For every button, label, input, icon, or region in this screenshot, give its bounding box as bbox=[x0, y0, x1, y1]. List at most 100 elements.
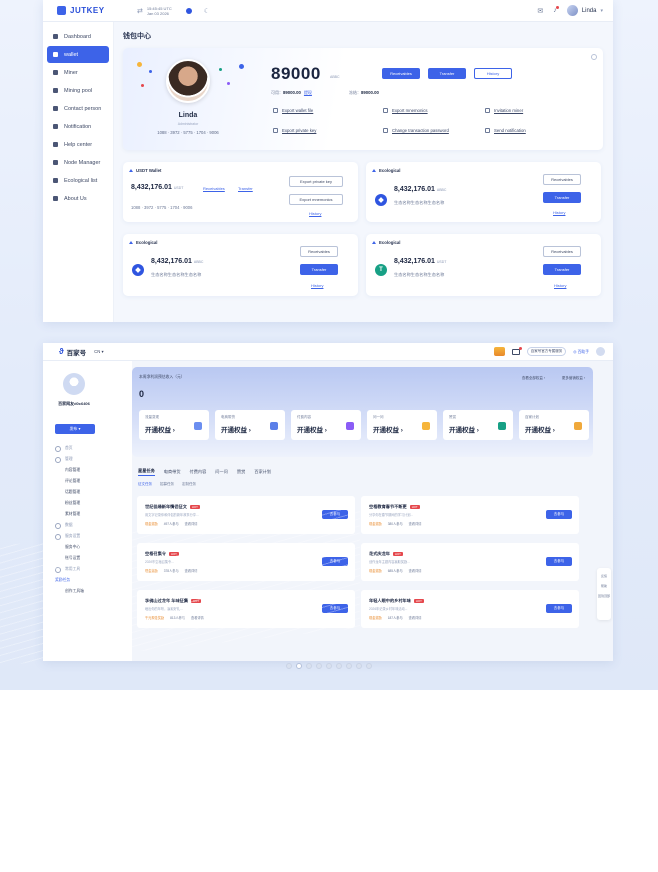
all-benefits-link[interactable]: 查看全部权益 › bbox=[522, 376, 545, 381]
sidebar-item-ecological-list[interactable]: Ecological list bbox=[47, 172, 109, 189]
sidebar-item[interactable]: 常用工具 bbox=[43, 564, 132, 575]
dark-mode-icon[interactable]: ☾ bbox=[204, 7, 210, 15]
sidebar-item-about-us[interactable]: About Us bbox=[47, 190, 109, 207]
export-private-key-link[interactable]: Export private key bbox=[273, 128, 316, 133]
more-benefits-link[interactable]: 更多营销权益 › bbox=[562, 376, 585, 381]
history-link[interactable]: History bbox=[309, 211, 321, 216]
change-password-link[interactable]: Change transaction password bbox=[383, 128, 449, 133]
carousel-dot[interactable] bbox=[336, 663, 342, 669]
tab[interactable]: 星星任务 bbox=[138, 468, 155, 476]
avatar[interactable] bbox=[166, 59, 210, 103]
receivables-link[interactable]: Receivables bbox=[203, 186, 225, 191]
sidebar-item-node-manager[interactable]: Node Manager bbox=[47, 154, 109, 171]
export-mnemonics-link[interactable]: Export mnemonics bbox=[383, 108, 428, 113]
sidebar-item[interactable]: 话题管理 bbox=[43, 487, 132, 498]
back-to-top-button[interactable]: 回到顶部 bbox=[597, 594, 611, 598]
tab[interactable]: 电商带货 bbox=[164, 469, 181, 475]
publish-button[interactable]: 发布 ▾ bbox=[55, 424, 95, 434]
carousel-dot[interactable] bbox=[356, 663, 362, 669]
receivables-button[interactable]: Receivables bbox=[300, 246, 338, 257]
sidebar-item[interactable]: 服务中心 bbox=[43, 542, 132, 553]
sidebar-item[interactable]: 管理 bbox=[43, 454, 132, 465]
vip-icon[interactable] bbox=[493, 347, 505, 356]
carousel-dot[interactable] bbox=[306, 663, 312, 669]
receivables-button[interactable]: Receivables bbox=[543, 174, 581, 185]
sidebar-item-miner[interactable]: Miner bbox=[47, 64, 109, 81]
light-mode-icon[interactable] bbox=[185, 7, 192, 14]
feedback-button[interactable]: 反馈 bbox=[597, 574, 611, 578]
export-wallet-file-link[interactable]: Export wallet file bbox=[273, 108, 313, 113]
tab[interactable]: 付费内容 bbox=[190, 469, 207, 475]
join-button[interactable]: 去参与 bbox=[546, 604, 572, 613]
history-button[interactable]: History bbox=[474, 68, 512, 79]
join-button[interactable]: 去参与 bbox=[322, 557, 348, 566]
tab[interactable]: 赞赏 bbox=[237, 469, 245, 475]
service-pill[interactable]: 百家号官方专属服务 bbox=[526, 347, 567, 356]
sidebar-item-contact-person[interactable]: Contact person bbox=[47, 100, 109, 117]
sidebar-item[interactable]: 素材管理 bbox=[43, 509, 132, 520]
tab[interactable]: 百家计划 bbox=[254, 469, 271, 475]
sidebar-item[interactable]: 评论管理 bbox=[43, 476, 132, 487]
sidebar-item-wallet[interactable]: wallet bbox=[47, 46, 109, 63]
carousel-dot[interactable] bbox=[296, 663, 302, 669]
sidebar-item-dashboard[interactable]: Dashboard bbox=[47, 28, 109, 45]
avatar[interactable] bbox=[596, 347, 605, 356]
help-button[interactable]: 帮助 bbox=[597, 584, 611, 588]
tab[interactable]: 问一问 bbox=[215, 469, 228, 475]
withdraw-link[interactable]: 提现 bbox=[304, 90, 312, 95]
transfer-button[interactable]: Transfer bbox=[300, 264, 338, 275]
subtab[interactable]: 招募任务 bbox=[160, 482, 174, 487]
benefit-card[interactable]: 赞赏 开通权益 › bbox=[443, 410, 513, 440]
sidebar-item[interactable]: 服务设置 bbox=[43, 531, 132, 542]
invitation-miner-link[interactable]: Invitation miner bbox=[485, 108, 523, 113]
carousel-dot[interactable] bbox=[316, 663, 322, 669]
avatar[interactable] bbox=[63, 373, 85, 395]
export-private-key-button[interactable]: Export private key bbox=[289, 176, 343, 187]
sidebar-item[interactable]: 数据 bbox=[43, 520, 132, 531]
history-link[interactable]: History bbox=[554, 283, 566, 288]
join-button[interactable]: 去参与 bbox=[322, 510, 348, 519]
receivables-button[interactable]: Receivables bbox=[382, 68, 420, 79]
sidebar-item[interactable]: 创作工具箱 bbox=[43, 586, 132, 597]
gear-icon[interactable] bbox=[591, 54, 597, 60]
sidebar-item-help-center[interactable]: Help center bbox=[47, 136, 109, 153]
join-button[interactable]: 去参与 bbox=[322, 604, 348, 613]
benefit-card[interactable]: 流量变现 开通权益 › bbox=[139, 410, 209, 440]
send-notification-link[interactable]: Send notification bbox=[485, 128, 526, 133]
carousel-dot[interactable] bbox=[346, 663, 352, 669]
export-mnemonics-button[interactable]: Export mnemonics bbox=[289, 194, 343, 205]
receivables-button[interactable]: Receivables bbox=[543, 246, 581, 257]
sidebar-item[interactable]: 首页 bbox=[43, 443, 132, 454]
transfer-button[interactable]: Transfer bbox=[543, 192, 581, 203]
join-button[interactable]: 去参与 bbox=[546, 557, 572, 566]
bell-icon[interactable]: ♪ bbox=[553, 6, 559, 14]
history-link[interactable]: History bbox=[311, 283, 323, 288]
message-icon[interactable] bbox=[511, 346, 522, 355]
join-button[interactable]: 去参与 bbox=[546, 510, 572, 519]
sidebar-item[interactable]: 奖励任务 bbox=[43, 575, 132, 586]
sidebar-item-mining-pool[interactable]: Mining pool bbox=[47, 82, 109, 99]
benefit-card[interactable]: 付费内容 开通权益 › bbox=[291, 410, 361, 440]
assistant-link[interactable]: ◎ 百助手 bbox=[573, 349, 589, 355]
benefit-card[interactable]: 问一问 开通权益 › bbox=[367, 410, 437, 440]
transfer-link[interactable]: Transfer bbox=[238, 186, 253, 191]
carousel-dot[interactable] bbox=[326, 663, 332, 669]
language-select[interactable]: CN ▾ bbox=[94, 349, 104, 355]
brand-logo[interactable]: JUTKEY bbox=[57, 6, 119, 15]
sidebar-item[interactable]: 账号设置 bbox=[43, 553, 132, 564]
sidebar-item-notification[interactable]: Notification bbox=[47, 118, 109, 135]
sidebar-item[interactable]: 粉丝管理 bbox=[43, 498, 132, 509]
user-menu[interactable]: Linda ▾ bbox=[566, 5, 603, 16]
carousel-dot[interactable] bbox=[366, 663, 372, 669]
sidebar-item[interactable]: 内容管理 bbox=[43, 465, 132, 476]
subtab[interactable]: 征文任务 bbox=[138, 482, 152, 487]
mail-icon[interactable]: ✉ bbox=[537, 7, 543, 15]
history-link[interactable]: History bbox=[553, 210, 565, 215]
benefit-card[interactable]: 百家计划 开通权益 › bbox=[519, 410, 589, 440]
subtab[interactable]: 定制任务 bbox=[182, 482, 196, 487]
carousel-dot[interactable] bbox=[286, 663, 292, 669]
transfer-button[interactable]: Transfer bbox=[543, 264, 581, 275]
brand-logo[interactable]: ϑ 百家号 bbox=[59, 347, 86, 357]
transfer-button[interactable]: Transfer bbox=[428, 68, 466, 79]
benefit-card[interactable]: 电商带货 开通权益 › bbox=[215, 410, 285, 440]
